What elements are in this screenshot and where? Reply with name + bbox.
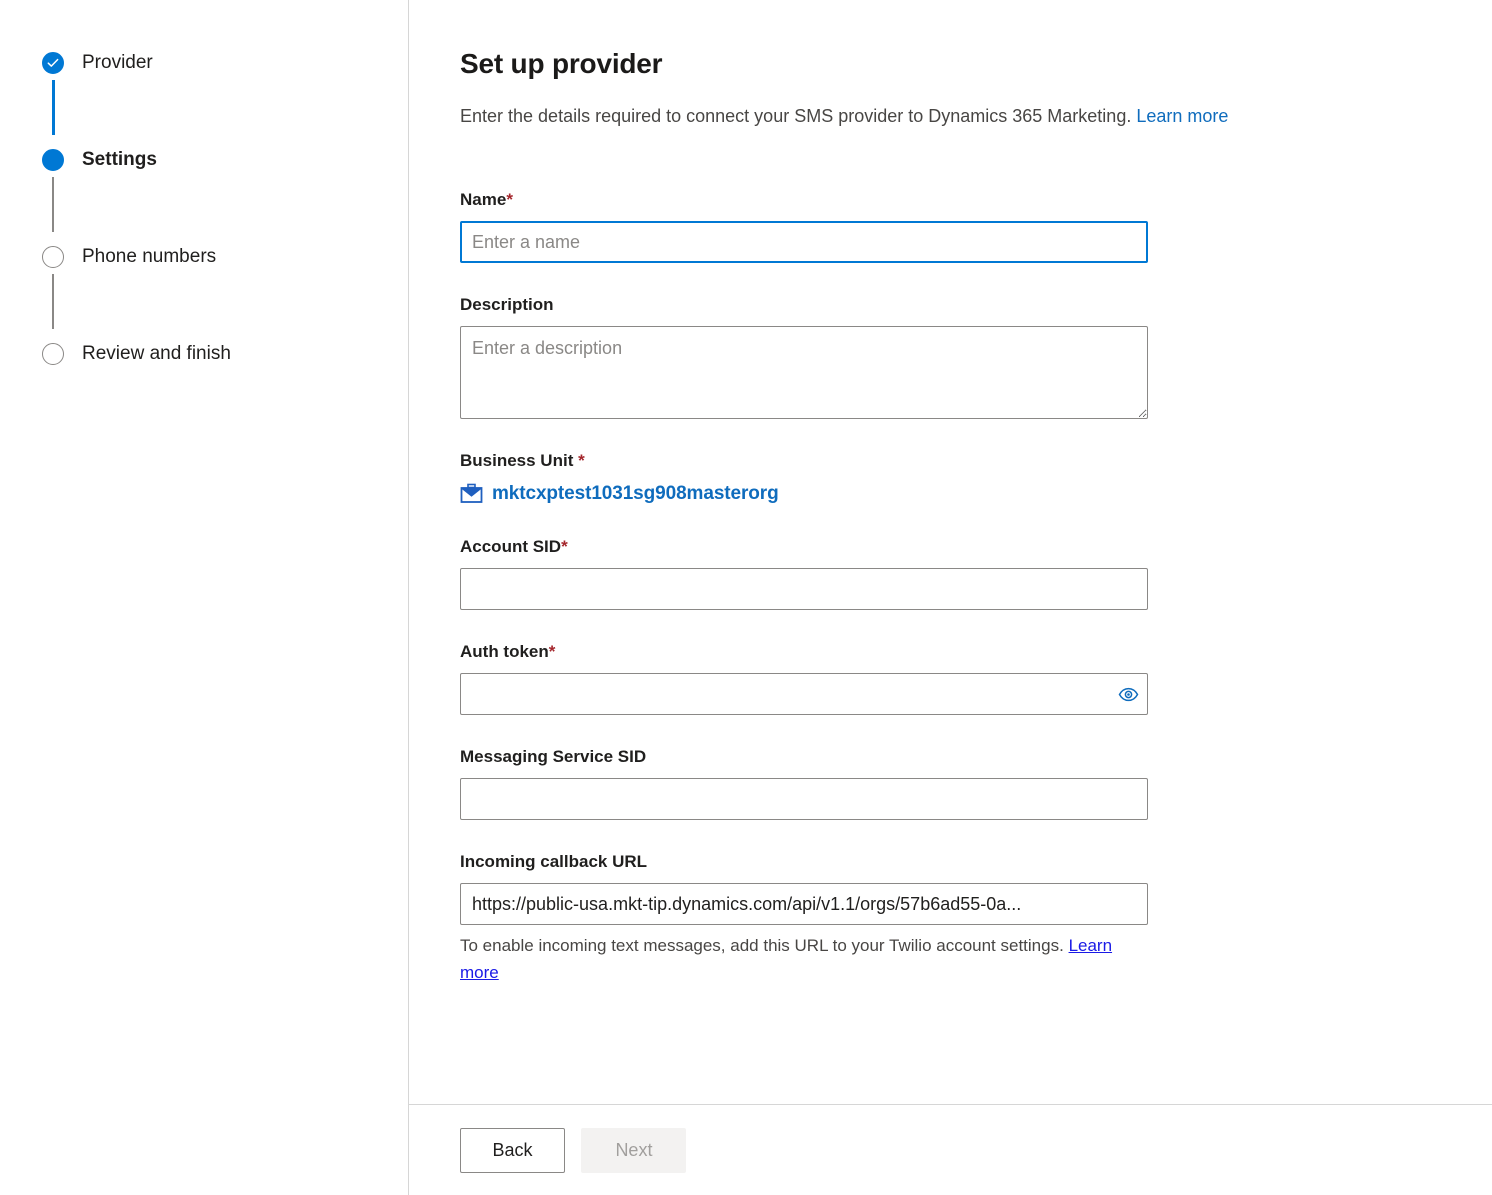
description-label: Description [460,295,554,314]
business-unit-label: Business Unit * [460,450,1492,471]
business-unit-value[interactable]: mktcxptest1031sg908masterorg [460,482,1492,505]
field-auth-token: Auth token* [460,641,1492,715]
filled-circle-icon [42,149,64,171]
field-account-sid: Account SID* [460,536,1492,610]
field-name: Name* [460,189,1492,263]
briefcase-icon [460,482,483,505]
field-description: Description [460,294,1492,419]
auth-token-input[interactable] [460,673,1148,715]
account-sid-input[interactable] [460,568,1148,610]
sidebar-item-phone-numbers[interactable]: Phone numbers [0,246,408,343]
reveal-password-button[interactable] [1109,674,1147,714]
name-label: Name* [460,189,1492,210]
eye-icon [1118,684,1139,705]
name-input[interactable] [460,221,1148,263]
sidebar-item-label: Settings [82,149,157,170]
messaging-service-sid-input[interactable] [460,778,1148,820]
account-sid-label-text: Account SID [460,537,562,556]
check-icon [42,52,64,74]
auth-token-input-wrapper [460,673,1148,715]
empty-circle-icon [42,246,64,268]
page-subtitle: Enter the details required to connect yo… [460,105,1380,127]
field-messaging-service-sid: Messaging Service SID [460,746,1492,820]
step-marker-phone-numbers [41,246,65,329]
step-connector [52,274,54,329]
business-unit-label-text: Business Unit [460,451,574,470]
field-business-unit: Business Unit * mktcxptest1031sg908maste… [460,450,1492,505]
step-marker-provider [41,52,65,135]
auth-token-label-text: Auth token [460,642,549,661]
wizard-footer: Back Next [409,1104,1492,1195]
next-button[interactable]: Next [581,1128,687,1173]
description-textarea[interactable] [460,326,1148,419]
account-sid-label: Account SID* [460,536,1492,557]
subtitle-text: Enter the details required to connect yo… [460,106,1132,126]
sidebar-item-label: Phone numbers [82,246,217,267]
incoming-callback-url-input[interactable] [460,883,1148,925]
business-unit-name[interactable]: mktcxptest1031sg908masterorg [492,483,779,505]
sidebar-item-label: Provider [82,52,153,73]
sidebar-item-label: Review and finish [82,343,231,364]
field-incoming-callback-url: Incoming callback URL To enable incoming… [460,851,1492,986]
form-scroll-area: Set up provider Enter the details requir… [409,0,1492,1104]
incoming-callback-url-help: To enable incoming text messages, add th… [460,932,1148,986]
empty-circle-icon [42,343,64,365]
wizard-stepper: Provider Settings Phone numbers Review a… [0,0,409,1195]
sidebar-item-review-and-finish[interactable]: Review and finish [0,343,408,365]
name-label-text: Name [460,190,507,209]
page-title: Set up provider [460,48,663,79]
help-text-body: To enable incoming text messages, add th… [460,936,1064,955]
required-marker: * [578,451,585,470]
step-marker-review-and-finish [41,343,65,365]
required-marker: * [506,190,513,209]
learn-more-link[interactable]: Learn more [1136,106,1228,126]
back-button[interactable]: Back [460,1128,565,1173]
step-marker-settings [41,149,65,232]
incoming-callback-url-label: Incoming callback URL [460,852,648,871]
required-marker: * [561,537,568,556]
auth-token-label: Auth token* [460,641,1492,662]
messaging-service-sid-label: Messaging Service SID [460,747,647,766]
setup-provider-wizard: Provider Settings Phone numbers Review a… [0,0,1492,1195]
step-connector [52,177,54,232]
step-connector [51,80,55,135]
sidebar-item-settings[interactable]: Settings [0,149,408,246]
sidebar-item-provider[interactable]: Provider [0,52,408,149]
required-marker: * [548,642,556,661]
wizard-content: Set up provider Enter the details requir… [409,0,1492,1195]
